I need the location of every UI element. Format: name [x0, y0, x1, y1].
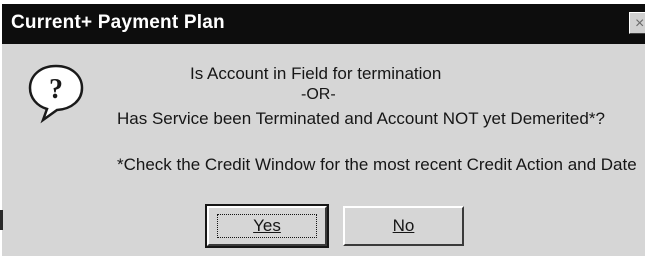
message-or: -OR-	[301, 86, 336, 103]
message-note: *Check the Credit Window for the most re…	[117, 155, 637, 174]
question-icon: ?	[28, 64, 84, 124]
close-button[interactable]: ×	[629, 12, 645, 34]
question-glyph: ?	[49, 74, 63, 105]
title-bar[interactable]: Current+ Payment Plan ×	[2, 4, 645, 44]
message-line-3: Has Service been Terminated and Account …	[117, 109, 605, 128]
no-button[interactable]: No	[343, 206, 464, 246]
edge-mark	[0, 210, 3, 230]
focus-rectangle	[217, 214, 317, 238]
window-title: Current+ Payment Plan	[11, 12, 225, 33]
close-icon: ×	[635, 15, 645, 32]
no-button-label: No	[392, 216, 415, 235]
message-line-1: Is Account in Field for termination	[190, 64, 442, 83]
dialog-window: Current+ Payment Plan × ? Is Account in …	[2, 4, 645, 256]
yes-button[interactable]: Yes	[205, 204, 329, 248]
